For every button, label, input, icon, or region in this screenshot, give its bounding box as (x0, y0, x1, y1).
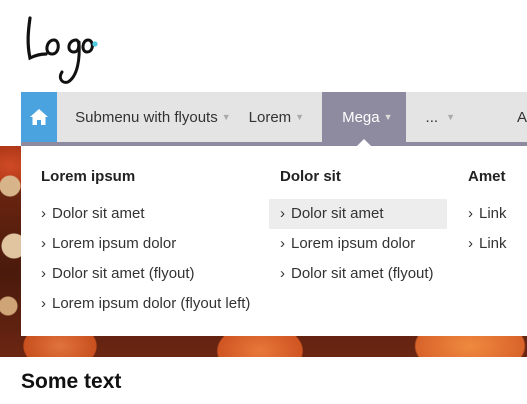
nav-item-label: Lorem (248, 108, 292, 126)
nav-item-mega[interactable]: Mega ▼ (322, 92, 406, 146)
chevron-right-icon: › (468, 205, 473, 222)
chevron-right-icon: › (41, 235, 46, 252)
hero-decoration (0, 156, 22, 346)
mega-link[interactable]: › Lorem ipsum dolor (41, 229, 250, 259)
mega-link-label: Lorem ipsum dolor (52, 235, 177, 252)
mega-link-label: Dolor sit amet (flyout) (291, 265, 434, 282)
mega-link-label: Lorem ipsum dolor (flyout left) (52, 295, 251, 312)
chevron-right-icon: › (280, 265, 285, 282)
caret-down-icon: ▼ (446, 112, 455, 122)
mega-link[interactable]: › Link (468, 199, 507, 229)
nav-item-submenu-with-flyouts[interactable]: Submenu with flyouts ▼ (57, 92, 249, 142)
mega-link[interactable]: › Lorem ipsum dolor (flyout left) (41, 289, 250, 319)
nav-item-label: Mega (342, 108, 380, 126)
caret-down-icon: ▼ (383, 112, 393, 122)
mega-column-lorem-ipsum: Lorem ipsum › Dolor sit amet › Lorem ipsum… (41, 168, 250, 319)
mega-link[interactable]: › Dolor sit amet (flyout) (41, 259, 250, 289)
mega-link[interactable]: › Dolor sit amet (269, 199, 447, 229)
logo[interactable] (24, 10, 104, 88)
mega-link[interactable]: › Dolor sit amet (flyout) (280, 259, 447, 289)
chevron-right-icon: › (280, 205, 285, 222)
nav-item-more[interactable]: ... ▼ (406, 92, 455, 142)
mega-column-dolor-sit: Dolor sit › Dolor sit amet › Lorem ipsum d… (269, 168, 447, 289)
chevron-right-icon: › (41, 295, 46, 312)
mega-link-label: Dolor sit amet (52, 205, 145, 222)
nav-item-label: A (516, 108, 527, 126)
mega-link-label: Link (479, 205, 507, 222)
chevron-right-icon: › (41, 265, 46, 282)
mega-menu-panel: Lorem ipsum › Dolor sit amet › Lorem ipsum… (21, 146, 527, 336)
column-heading: Dolor sit (280, 168, 341, 185)
chevron-right-icon: › (280, 235, 285, 252)
mega-link-label: Dolor sit amet (flyout) (52, 265, 195, 282)
mega-link-label: Dolor sit amet (291, 205, 384, 222)
chevron-right-icon: › (41, 205, 46, 222)
column-heading: Lorem ipsum (41, 168, 136, 185)
mega-link[interactable]: › Dolor sit amet (41, 199, 250, 229)
nav-item-truncated[interactable]: A (455, 92, 527, 142)
nav-item-lorem[interactable]: Lorem ▼ (249, 92, 322, 142)
nav-item-label: ... (425, 108, 439, 126)
mega-link[interactable]: › Lorem ipsum dolor (280, 229, 447, 259)
caret-down-icon: ▼ (221, 112, 231, 122)
content-heading: Some text (21, 370, 122, 393)
home-button[interactable] (21, 92, 58, 142)
home-icon (30, 109, 49, 125)
mega-link-label: Lorem ipsum dolor (291, 235, 416, 252)
logo-image (26, 16, 98, 84)
chevron-right-icon: › (468, 235, 473, 252)
column-heading: Amet (468, 168, 506, 185)
caret-down-icon: ▼ (295, 112, 305, 122)
mega-link-label: Link (479, 235, 507, 252)
mega-link[interactable]: › Link (468, 229, 507, 259)
mega-column-amet: Amet › Link › Link (468, 168, 507, 259)
nav-item-label: Submenu with flyouts (75, 108, 218, 126)
main-nav: Submenu with flyouts ▼ Lorem ▼ Mega ▼ ..… (21, 92, 527, 146)
